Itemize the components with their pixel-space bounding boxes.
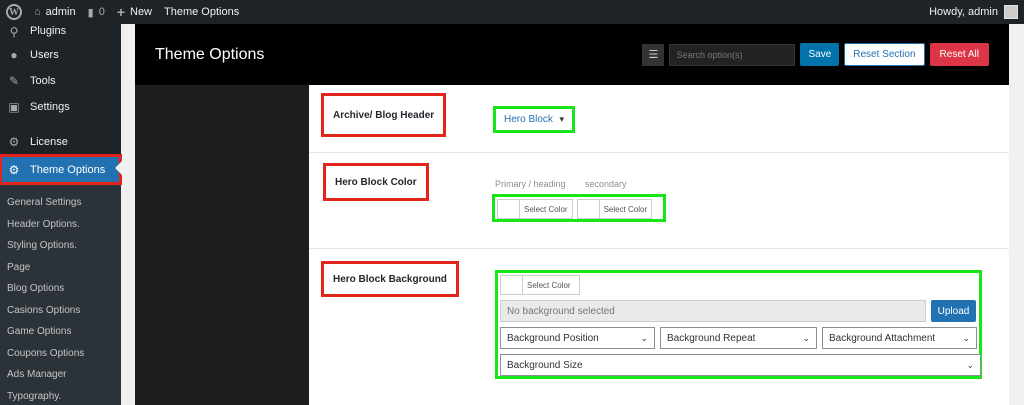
sidebar-item-label: Settings — [30, 101, 70, 113]
new-label: New — [130, 6, 153, 18]
avatar — [1004, 5, 1018, 19]
site-name-label: admin — [45, 6, 76, 18]
upload-button[interactable]: Upload — [931, 300, 976, 322]
archive-header-row: Archive/ Blog Header Hero Block ▾ — [309, 85, 1009, 153]
background-position-select[interactable]: Background Position ⌄ — [500, 327, 656, 349]
admin-bar: W ⌂ admin ▮ 0 + New Theme Options Howdy,… — [0, 0, 1024, 24]
submenu-item-general-settings[interactable]: General Settings — [0, 192, 121, 214]
primary-color-caption: Primary / heading — [495, 179, 566, 189]
new-content-menu[interactable]: + New — [111, 0, 158, 24]
secondary-color-caption: secondary — [585, 179, 627, 189]
submenu-item-styling-options[interactable]: Styling Options. — [0, 235, 121, 257]
theme-options-adminbar-link[interactable]: Theme Options — [158, 0, 245, 24]
list-icon: ☰ — [648, 49, 659, 61]
archive-header-value: Hero Block — [504, 114, 553, 125]
chevron-down-icon: ⌄ — [802, 332, 810, 343]
comments-menu[interactable]: ▮ 0 — [82, 0, 111, 24]
sidebar-item-label: Tools — [30, 75, 56, 87]
chevron-down-icon: ▾ — [559, 114, 564, 124]
panel-header: Theme Options ☰ Search option(s) Save Re… — [135, 24, 1009, 85]
hero-background-fields: Select Color No background selected Uplo… — [495, 270, 982, 379]
theme-options-adminbar-label: Theme Options — [164, 6, 240, 18]
chevron-down-icon: ⌄ — [966, 359, 974, 370]
submenu-item-game-options[interactable]: Game Options — [0, 321, 121, 343]
expand-options-button[interactable]: ☰ — [642, 43, 665, 66]
header-actions: ☰ Search option(s) Save Reset Section Re… — [642, 43, 989, 66]
background-attachment-select[interactable]: Background Attachment ⌄ — [822, 327, 978, 349]
secondary-color-picker[interactable]: Select Color — [576, 199, 653, 219]
background-size-value: Background Size — [507, 359, 583, 371]
plugin-icon: ⚲ — [9, 25, 19, 39]
background-repeat-value: Background Repeat — [667, 332, 756, 344]
sidebar-item-settings[interactable]: ▣ Settings — [0, 94, 121, 120]
sidebar-separator — [0, 120, 121, 129]
secondary-color-swatch — [577, 200, 600, 218]
submenu-item-casions-options[interactable]: Casions Options — [0, 300, 121, 322]
home-icon: ⌂ — [34, 6, 41, 18]
sidebar-item-plugins[interactable]: ⚲ Plugins — [0, 24, 121, 42]
sidebar-item-label: Users — [30, 49, 59, 61]
background-repeat-select[interactable]: Background Repeat ⌄ — [660, 327, 817, 349]
settings-icon: ▣ — [8, 100, 20, 114]
account-menu[interactable]: Howdy, admin — [929, 5, 1024, 19]
wrench-icon: ✎ — [8, 74, 20, 88]
background-size-select[interactable]: Background Size ⌄ — [500, 354, 981, 376]
archive-header-label: Archive/ Blog Header — [321, 93, 447, 137]
options-content: Archive/ Blog Header Hero Block ▾ Hero B… — [309, 85, 1009, 405]
submenu-item-typography[interactable]: Typography. — [0, 386, 121, 405]
hero-background-label: Hero Block Background — [321, 261, 459, 297]
site-name-menu[interactable]: ⌂ admin — [28, 0, 82, 24]
background-color-picker[interactable]: Select Color — [500, 275, 580, 295]
wordpress-logo-icon: W — [6, 4, 22, 20]
reset-all-button[interactable]: Reset All — [929, 43, 989, 66]
sidebar-item-theme-options[interactable]: ⚙ Theme Options — [0, 154, 122, 185]
page-title: Theme Options — [155, 45, 265, 63]
primary-color-swatch — [498, 200, 520, 218]
hero-color-label: Hero Block Color — [323, 163, 429, 201]
sidebar-item-tools[interactable]: ✎ Tools — [0, 68, 121, 94]
background-attachment-value: Background Attachment — [829, 332, 936, 344]
hero-background-row: Hero Block Background Select Color No ba… — [309, 249, 1009, 405]
background-color-swatch — [501, 276, 523, 294]
background-media-row: No background selected Upload — [500, 300, 977, 322]
theme-options-submenu: General Settings Header Options. Styling… — [0, 184, 121, 405]
background-position-value: Background Position — [507, 332, 599, 344]
theme-options-panel: Theme Options ☰ Search option(s) Save Re… — [135, 24, 1009, 405]
submenu-item-header-options[interactable]: Header Options. — [0, 214, 121, 236]
background-options-row: Background Position ⌄ Background Repeat … — [500, 327, 978, 349]
users-icon: ● — [10, 48, 18, 62]
options-section-nav — [135, 85, 309, 405]
archive-header-field: Hero Block ▾ — [493, 106, 575, 133]
primary-color-picker[interactable]: Select Color — [497, 199, 573, 219]
hero-color-fields: Select Color Select Color — [492, 194, 666, 222]
sidebar-item-license[interactable]: ⚙ License — [0, 129, 121, 155]
primary-select-color-label: Select Color — [524, 204, 568, 214]
plus-icon: + — [116, 4, 125, 20]
submenu-item-blog-options[interactable]: Blog Options — [0, 278, 121, 300]
admin-sidebar: ⚲ Plugins ● Users ✎ Tools ▣ Settings ⚙ L… — [0, 24, 122, 405]
search-input[interactable]: Search option(s) — [669, 43, 796, 66]
submenu-item-ads-manager[interactable]: Ads Manager — [0, 364, 121, 386]
sidebar-item-label: License — [30, 136, 68, 148]
reset-section-button[interactable]: Reset Section — [844, 43, 925, 66]
sidebar-item-label: Plugins — [30, 25, 67, 37]
chevron-down-icon: ⌄ — [640, 332, 649, 343]
gear-icon: ⚙ — [8, 162, 20, 177]
secondary-select-color-label: Select Color — [603, 204, 648, 214]
gear-icon: ⚙ — [8, 135, 20, 149]
save-button[interactable]: Save — [800, 43, 840, 66]
hero-color-row: Hero Block Color Primary / heading secon… — [309, 153, 1009, 249]
sidebar-item-label: Theme Options — [30, 163, 106, 176]
comment-icon: ▮ — [87, 6, 94, 19]
wp-logo-menu[interactable]: W — [0, 0, 28, 24]
howdy-label: Howdy, admin — [929, 6, 998, 18]
background-url-field[interactable]: No background selected — [500, 300, 926, 322]
chevron-down-icon: ⌄ — [962, 332, 971, 343]
background-select-color-label: Select Color — [527, 280, 571, 290]
comments-count: 0 — [98, 6, 105, 18]
submenu-item-page[interactable]: Page — [0, 257, 121, 279]
archive-header-select[interactable]: Hero Block ▾ — [498, 111, 570, 128]
submenu-item-coupons-options[interactable]: Coupons Options — [0, 343, 121, 365]
sidebar-item-users[interactable]: ● Users — [0, 42, 121, 68]
